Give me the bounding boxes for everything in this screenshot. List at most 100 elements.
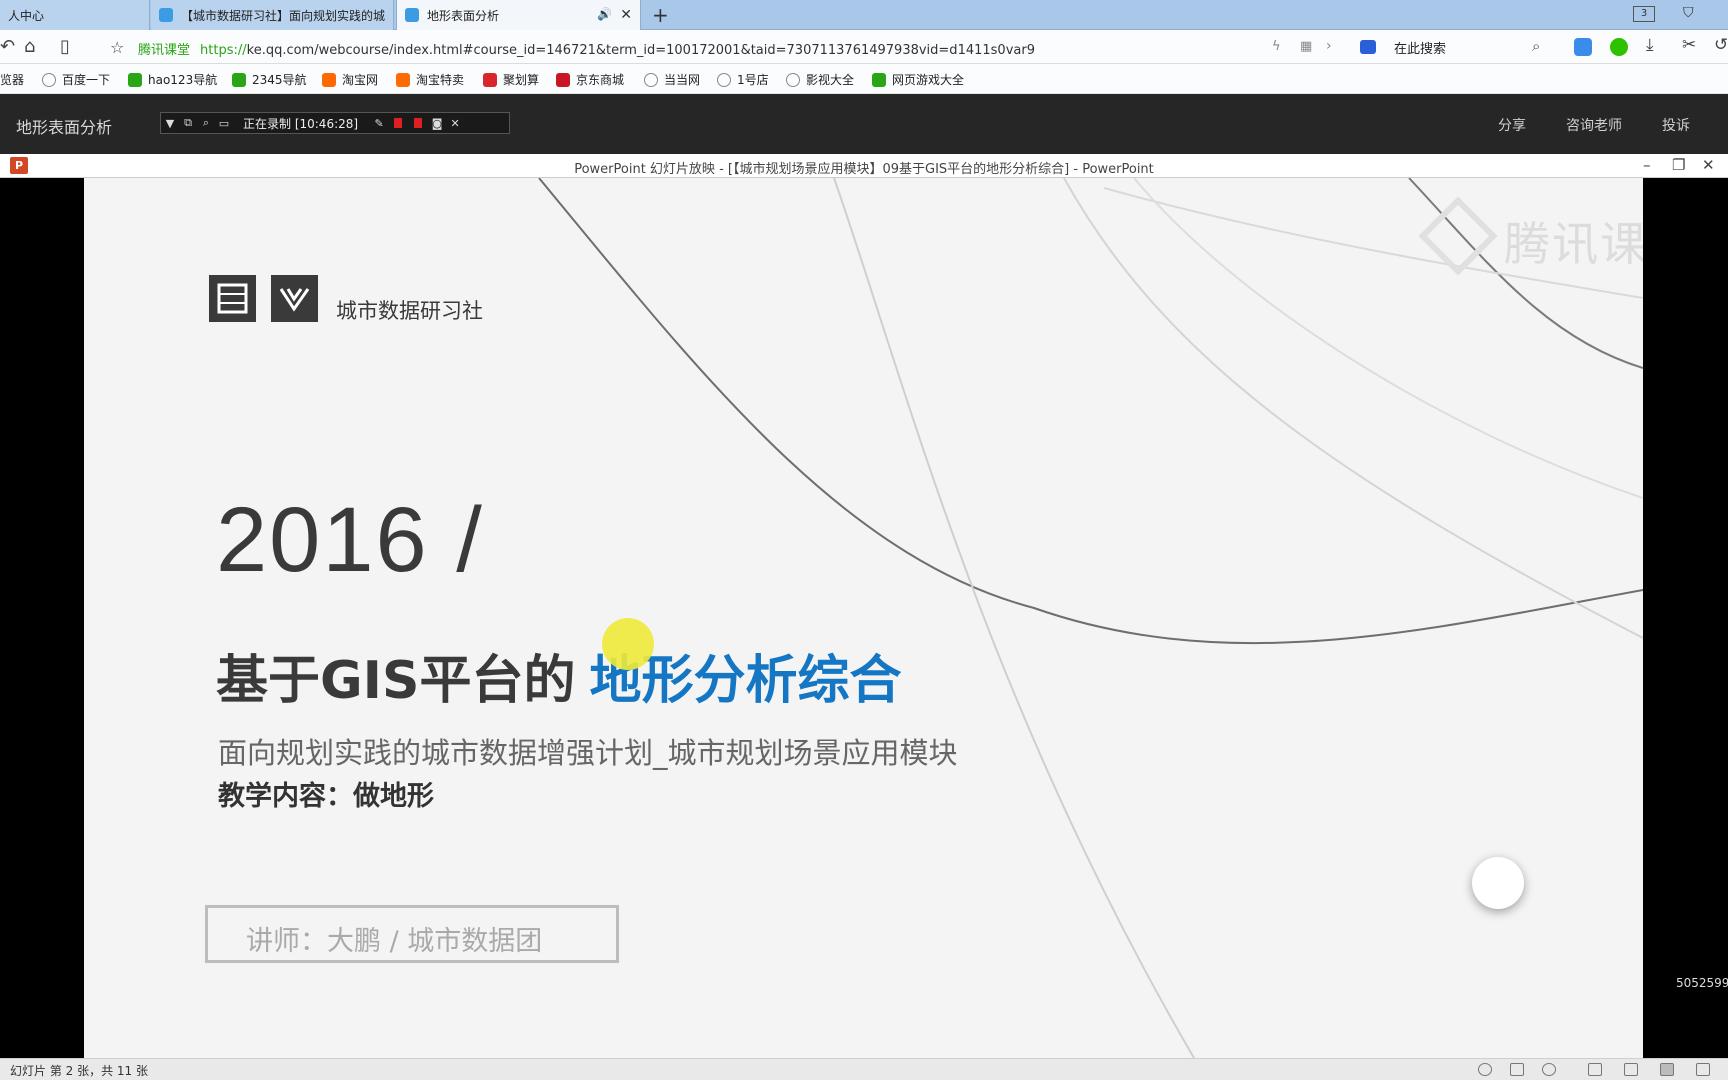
bookmark-label: 淘宝网 bbox=[342, 73, 379, 87]
taobao-icon bbox=[322, 72, 336, 87]
pause-icon[interactable] bbox=[394, 118, 403, 128]
slideshow-icon[interactable] bbox=[1696, 1063, 1710, 1076]
stop-icon[interactable] bbox=[414, 118, 423, 128]
search-placeholder: 在此搜索 bbox=[1394, 41, 1447, 57]
next-slide-icon[interactable] bbox=[1542, 1063, 1556, 1076]
restore-icon[interactable]: ❐ bbox=[1672, 156, 1685, 174]
page-title: 地形表面分析 bbox=[16, 118, 113, 137]
slide-subtitle: 面向规划实践的城市数据增强计划_城市规划场景应用模块 bbox=[218, 736, 958, 770]
partner-logo-icon bbox=[271, 275, 318, 322]
shirt-icon[interactable]: ⛉ bbox=[1683, 5, 1694, 21]
close-icon[interactable]: ✕ bbox=[446, 117, 464, 130]
normal-view-icon[interactable] bbox=[1588, 1063, 1602, 1076]
new-tab-button[interactable]: + bbox=[652, 3, 669, 27]
url-field[interactable]: 腾讯课堂 https://ke.qq.com/webcourse/index.ht… bbox=[138, 39, 1035, 58]
floating-circle-button[interactable] bbox=[1472, 857, 1524, 909]
lecturer-text: 讲师：大鹏 / 城市数据团 bbox=[246, 926, 543, 957]
bookmarks-bar: 览器 百度一下 hao123导航 2345导航 淘宝网 淘宝特卖 聚划算 京东商… bbox=[0, 64, 1728, 94]
url-scheme: https:// bbox=[200, 43, 247, 58]
course-header: 地形表面分析 ▼ ⧉ ⌕ ▭ 正在录制 [10:46:28] ✎ ◙ ✕ 分享 … bbox=[0, 94, 1728, 154]
bookmark-item[interactable]: 1号店 bbox=[717, 71, 769, 88]
brand-logo-icon bbox=[209, 275, 256, 322]
undo-icon[interactable]: ↺ bbox=[1714, 35, 1728, 55]
pen-icon[interactable]: ✎ bbox=[370, 117, 388, 130]
viewer-id: 5052599 bbox=[1676, 976, 1728, 990]
bookmark-label: hao123导航 bbox=[148, 73, 218, 87]
bookmark-item[interactable]: 百度一下 bbox=[42, 71, 110, 88]
scissors-icon[interactable]: ✂ bbox=[1682, 35, 1696, 55]
previous-slide-icon[interactable] bbox=[1478, 1063, 1492, 1076]
reader-icon[interactable]: ▯ bbox=[60, 36, 70, 57]
search-icon[interactable]: ⌕ bbox=[1532, 37, 1540, 55]
bookmark-item[interactable]: 淘宝特卖 bbox=[396, 71, 464, 88]
bookmark-label: 淘宝特卖 bbox=[416, 73, 465, 87]
slide-counter: 幻灯片 第 2 张，共 11 张 bbox=[10, 1064, 148, 1078]
reading-view-icon[interactable] bbox=[1660, 1063, 1674, 1076]
recording-status: 正在录制 [10:46:28] bbox=[243, 116, 359, 131]
close-window-icon[interactable]: ✕ bbox=[1702, 156, 1715, 174]
jd-icon bbox=[556, 72, 570, 87]
presentation-slide[interactable]: 腾讯课堂 城市数据研习社 2016 / 基于GIS平台的地形分析综合 面向规划实… bbox=[84, 178, 1643, 1058]
qr-icon[interactable]: ▦ bbox=[1300, 39, 1312, 54]
back-icon[interactable]: ↶ bbox=[0, 36, 15, 57]
bookmark-label: 1号店 bbox=[737, 73, 769, 87]
camera-icon[interactable]: ◙ bbox=[428, 117, 446, 130]
minimize-icon[interactable]: – bbox=[1643, 156, 1651, 174]
browser-tab-strip: 人中心 【城市数据研习社】面向规划实践的城 地形表面分析 🔊 ✕ + 3 ⛉ bbox=[0, 0, 1728, 30]
bookmark-label: 影视大全 bbox=[806, 73, 855, 87]
powerpoint-window-title: PowerPoint 幻灯片放映 - [【城市规划场景应用模块】09基于GIS平… bbox=[574, 162, 1154, 177]
zoom-icon[interactable]: ⌕ bbox=[197, 116, 215, 130]
bookmark-item[interactable]: 当当网 bbox=[644, 71, 700, 88]
lightning-icon[interactable]: ϟ bbox=[1272, 39, 1281, 54]
bookmark-item[interactable]: 2345导航 bbox=[232, 71, 307, 88]
tencent-class-icon bbox=[159, 8, 173, 22]
share-link[interactable]: 分享 bbox=[1498, 115, 1526, 135]
bookmark-label: 聚划算 bbox=[503, 73, 540, 87]
region-icon[interactable]: ▭ bbox=[215, 117, 233, 130]
bookmark-item[interactable]: 淘宝网 bbox=[322, 71, 378, 88]
hao123-icon bbox=[128, 72, 142, 87]
tab-terrain-analysis[interactable]: 地形表面分析 🔊 ✕ bbox=[396, 0, 641, 30]
teaching-content: 教学内容：做地形 bbox=[218, 781, 434, 812]
window-icon[interactable]: ⧉ bbox=[179, 116, 197, 130]
search-box[interactable]: 在此搜索 bbox=[1360, 36, 1550, 58]
bookmark-item[interactable]: 京东商城 bbox=[556, 71, 624, 88]
powerpoint-titlebar: P PowerPoint 幻灯片放映 - [【城市规划场景应用模块】09基于GI… bbox=[0, 154, 1728, 178]
tab-count-badge[interactable]: 3 bbox=[1633, 6, 1655, 22]
bookmark-item[interactable]: 聚划算 bbox=[483, 71, 539, 88]
juhuasuan-icon bbox=[483, 72, 497, 87]
bookmark-item[interactable]: 网页游戏大全 bbox=[872, 71, 964, 88]
ask-teacher-link[interactable]: 咨询老师 bbox=[1566, 115, 1622, 135]
tab-course-page[interactable]: 【城市数据研习社】面向规划实践的城 bbox=[151, 0, 394, 30]
dropdown-icon[interactable]: ▼ bbox=[161, 117, 179, 130]
tab-label: 【城市数据研习社】面向规划实践的城 bbox=[181, 8, 386, 23]
edit-icon[interactable] bbox=[1574, 38, 1592, 56]
tab-label: 地形表面分析 bbox=[427, 8, 500, 23]
bookmark-label: 网页游戏大全 bbox=[892, 73, 965, 87]
tab-personal-center[interactable]: 人中心 bbox=[0, 0, 150, 30]
complaint-link[interactable]: 投诉 bbox=[1662, 115, 1690, 135]
chevron-right-icon[interactable]: › bbox=[1326, 38, 1332, 54]
bookmark-label: 2345导航 bbox=[252, 73, 307, 87]
globe-icon bbox=[786, 72, 800, 87]
home-icon[interactable]: ⌂ bbox=[24, 36, 35, 57]
watermark-text: 腾讯课堂 bbox=[1504, 217, 1643, 271]
favorite-star-icon[interactable]: ☆ bbox=[110, 38, 124, 57]
bookmark-item[interactable]: 影视大全 bbox=[786, 71, 854, 88]
bookmark-item[interactable]: 览器 bbox=[0, 71, 24, 88]
bookmark-item[interactable]: hao123导航 bbox=[128, 71, 217, 88]
menu-icon[interactable] bbox=[1510, 1063, 1524, 1076]
title-dark-part: 基于GIS平台的 bbox=[216, 651, 576, 711]
close-tab-icon[interactable]: ✕ bbox=[620, 7, 632, 23]
globe-icon bbox=[717, 72, 731, 87]
recording-toolbar: ▼ ⧉ ⌕ ▭ 正在录制 [10:46:28] ✎ ◙ ✕ bbox=[160, 112, 510, 134]
slide-sorter-icon[interactable] bbox=[1624, 1063, 1638, 1076]
game-icon bbox=[872, 72, 886, 87]
letterbox-left bbox=[0, 178, 84, 1058]
globe-icon bbox=[42, 72, 56, 87]
bookmark-label: 京东商城 bbox=[576, 73, 625, 87]
speaker-icon[interactable]: 🔊 bbox=[597, 7, 612, 21]
wechat-icon[interactable] bbox=[1610, 38, 1628, 56]
download-icon[interactable]: ⤓ bbox=[1646, 35, 1654, 55]
powerpoint-statusbar: 幻灯片 第 2 张，共 11 张 bbox=[0, 1058, 1728, 1080]
